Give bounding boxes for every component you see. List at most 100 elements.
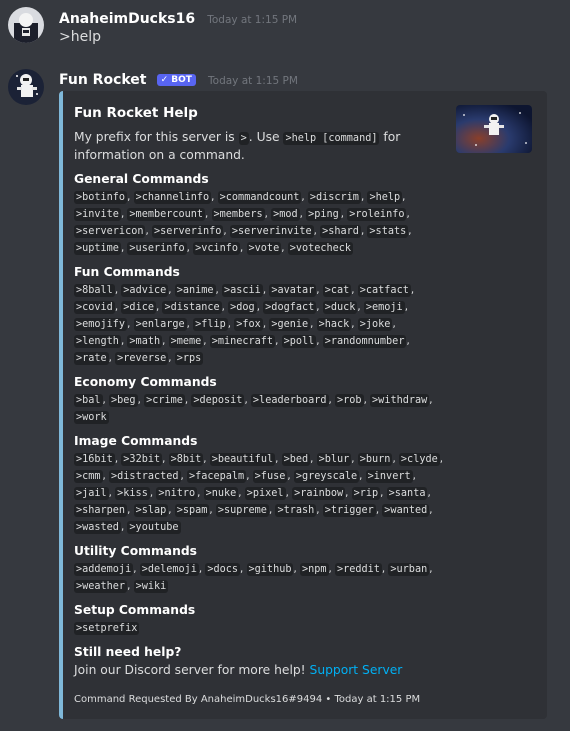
command-code: >blur <box>316 453 352 466</box>
command-code: >16bit <box>74 453 115 466</box>
command-code: >roleinfo <box>347 208 407 221</box>
command-code: >shard <box>320 225 361 238</box>
command-code: >beg <box>109 394 138 407</box>
command-code: >bed <box>281 453 311 466</box>
help-code: >help [command] <box>283 132 380 145</box>
command-code: >ping <box>306 208 341 221</box>
command-code: >pixel <box>244 487 286 500</box>
need-help-message: Join our Discord server for more help! <box>74 663 310 677</box>
field-name: Setup Commands <box>74 603 196 617</box>
user-avatar[interactable] <box>8 7 44 43</box>
embed-description: My prefix for this server is >. Use >hel… <box>74 129 446 164</box>
command-code: >serverinfo <box>151 225 224 238</box>
command-field: General Commands >botinfo, >channelinfo, … <box>74 171 446 257</box>
field-name: Fun Commands <box>74 265 180 279</box>
command-code: >commandcount <box>217 191 302 204</box>
command-field: Image Commands >16bit, >32bit, >8bit, >be… <box>74 433 446 536</box>
command-code: >advice <box>121 284 169 297</box>
command-code: >math <box>127 335 163 348</box>
command-code: >spam <box>174 504 210 517</box>
embed-footer: Command Requested By AnaheimDucks16#9494… <box>74 694 421 705</box>
command-field: Setup Commands >setprefix <box>74 602 446 637</box>
field-value: >botinfo, >channelinfo, >commandcount, >… <box>74 191 412 255</box>
command-code: >32bit <box>121 453 163 466</box>
command-code: >membercount <box>127 208 206 221</box>
command-code: >deposit <box>191 394 245 407</box>
command-code: >cmm <box>74 470 103 483</box>
command-code: >reddit <box>334 563 382 576</box>
command-code: >uptime <box>74 242 121 255</box>
command-code: >ascii <box>222 284 263 297</box>
bot-username[interactable]: Fun Rocket <box>59 72 147 88</box>
field-value: >bal, >beg, >crime, >deposit, >leaderboa… <box>74 394 433 424</box>
command-code: >rob <box>335 394 364 407</box>
command-code: >greyscale <box>293 470 360 483</box>
embed-thumbnail[interactable] <box>456 105 532 153</box>
bot-avatar[interactable] <box>8 69 44 105</box>
command-code: >minecraft <box>209 335 276 348</box>
command-code: >covid <box>74 301 115 314</box>
command-code: >bal <box>74 394 103 407</box>
command-code: >docs <box>205 563 241 576</box>
field-name: General Commands <box>74 172 209 186</box>
command-code: >botinfo <box>74 191 128 204</box>
prefix-code: > <box>238 132 249 145</box>
embed-accent-bar <box>59 91 63 719</box>
need-help-field: Still need help? Join our Discord server… <box>74 644 446 679</box>
command-code: >sharpen <box>74 504 128 517</box>
field-name: Image Commands <box>74 434 198 448</box>
command-code: >members <box>211 208 265 221</box>
command-code: >length <box>74 335 121 348</box>
command-code: >help <box>367 191 403 204</box>
field-value: >8ball, >advice, >anime, >ascii, >avatar… <box>74 284 415 365</box>
bot-badge: ✓ BOT <box>156 74 196 86</box>
command-code: >enlarge <box>133 318 187 331</box>
embed-content: Fun Rocket Help My prefix for this serve… <box>74 105 446 679</box>
command-code: >randomnumber <box>322 335 407 348</box>
command-code: >servericon <box>74 225 146 238</box>
command-code: >userinfo <box>127 242 187 255</box>
desc-text: My prefix for this server is <box>74 130 239 144</box>
command-code: >github <box>246 563 294 576</box>
command-code: >urban <box>388 563 430 576</box>
command-code: >cat <box>322 284 352 297</box>
command-code: >avatar <box>269 284 317 297</box>
command-code: >facepalm <box>186 470 247 483</box>
need-help-text: Join our Discord server for more help! S… <box>74 662 446 679</box>
embed-fields: General Commands >botinfo, >channelinfo, … <box>74 171 446 637</box>
command-code: >slap <box>133 504 169 517</box>
command-code: >rate <box>74 352 109 365</box>
support-server-link[interactable]: Support Server <box>310 663 403 677</box>
command-code: >fuse <box>252 470 288 483</box>
command-code: >supreme <box>215 504 269 517</box>
command-code: >rps <box>174 352 204 365</box>
command-code: >wiki <box>133 580 169 593</box>
command-code: >emoji <box>363 301 405 314</box>
command-code: >weather <box>74 580 128 593</box>
command-code: >distance <box>162 301 222 314</box>
embed-title: Fun Rocket Help <box>74 105 198 121</box>
command-code: >santa <box>386 487 428 500</box>
command-code: >catfact <box>357 284 411 297</box>
command-code: >flip <box>193 318 228 331</box>
command-code: >duck <box>322 301 358 314</box>
message-content: >help <box>59 29 101 45</box>
command-code: >votecheck <box>287 242 354 255</box>
command-code: >discrim <box>307 191 361 204</box>
username[interactable]: AnaheimDucks16 <box>59 11 195 27</box>
field-value: >addemoji, >delemoji, >docs, >github, >n… <box>74 563 433 593</box>
command-code: >8ball <box>74 284 115 297</box>
command-code: >npm <box>299 563 329 576</box>
field-name: Utility Commands <box>74 544 197 558</box>
command-code: >poll <box>281 335 317 348</box>
command-code: >vcinfo <box>193 242 241 255</box>
command-code: >fox <box>234 318 263 331</box>
command-code: >dogfact <box>263 301 317 314</box>
command-code: >channelinfo <box>133 191 212 204</box>
desc-text: . Use <box>248 130 284 144</box>
command-code: >wanted <box>382 504 430 517</box>
need-help-title: Still need help? <box>74 645 182 659</box>
command-code: >dice <box>121 301 156 314</box>
command-code: >addemoji <box>74 563 134 576</box>
command-code: >work <box>74 411 109 424</box>
